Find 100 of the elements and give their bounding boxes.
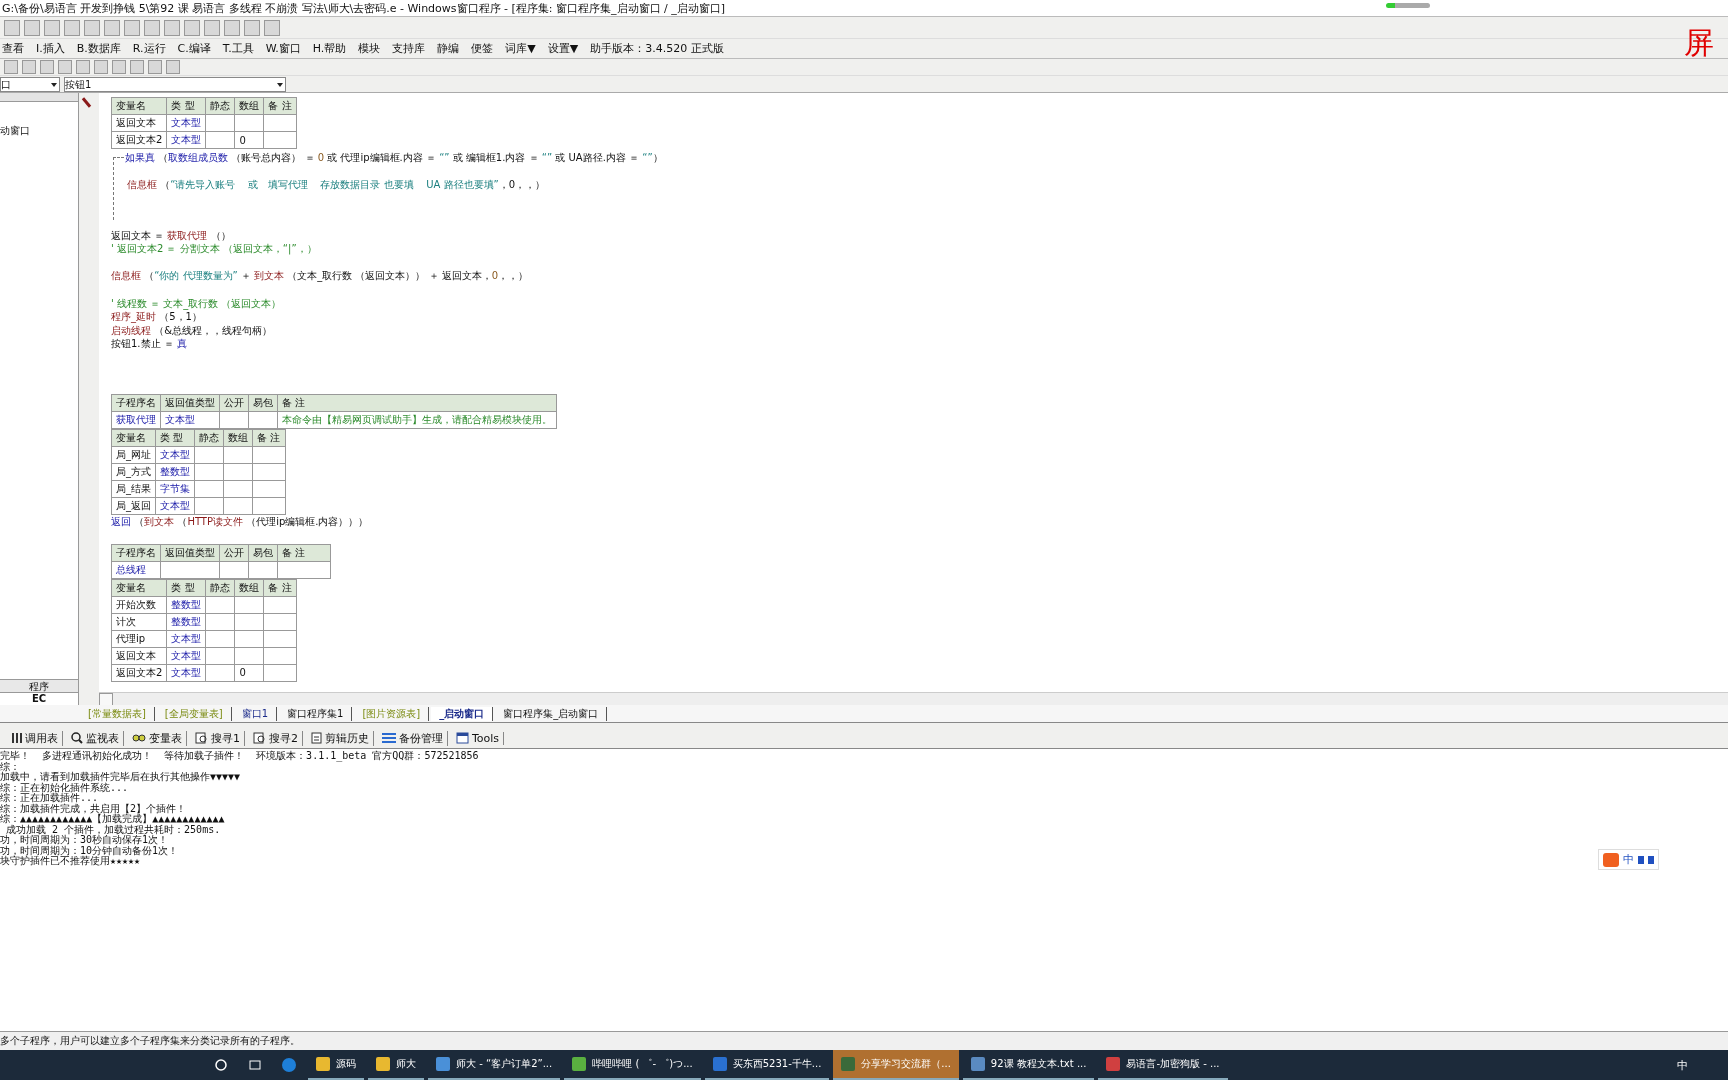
editor-tab[interactable]: _启动窗口 bbox=[431, 706, 494, 721]
toolbar-icon[interactable] bbox=[224, 19, 240, 36]
menu-item[interactable]: 查看 bbox=[2, 41, 24, 56]
toolbar-icon[interactable] bbox=[164, 19, 180, 36]
taskbar-button[interactable]: 源码 bbox=[308, 1050, 364, 1080]
menu-item[interactable]: T.工具 bbox=[222, 41, 254, 56]
menu-item[interactable]: R.运行 bbox=[132, 41, 166, 56]
toolbar-icon[interactable] bbox=[166, 60, 180, 74]
table-cell: 文本型 bbox=[160, 411, 220, 429]
code-line: ' 返回文本2 ＝ 分割文本 （返回文本，“|”，） bbox=[111, 242, 318, 256]
editor-tab[interactable]: [常量数据表] bbox=[80, 706, 155, 721]
dropdown[interactable]: 按钮1 bbox=[64, 76, 286, 92]
editor-tab[interactable]: 窗口程序集_启动窗口 bbox=[495, 706, 608, 721]
log-line: 综：加载插件完成，共启用【2】个插件！ bbox=[0, 803, 187, 814]
toolbar-icon[interactable] bbox=[104, 19, 120, 36]
code-line: 按钮1.禁止 ＝ 真 bbox=[111, 337, 188, 351]
panel-tab[interactable]: Tools bbox=[452, 731, 505, 745]
panel-tab[interactable]: EC bbox=[0, 692, 78, 705]
panel-tab[interactable]: 搜寻2 bbox=[249, 730, 303, 746]
menu-item[interactable]: W.窗口 bbox=[265, 41, 301, 56]
taskbar-button[interactable]: 师大 bbox=[368, 1050, 424, 1080]
taskbar-button[interactable]: 分享学习交流群（... bbox=[833, 1050, 959, 1080]
menu-item[interactable]: C.编译 bbox=[177, 41, 211, 56]
microphone-icon bbox=[1638, 855, 1644, 864]
menu-item[interactable]: 支持库 bbox=[392, 41, 426, 56]
editor-tab[interactable]: 窗口程序集1 bbox=[279, 706, 353, 721]
toolbar-icon[interactable] bbox=[184, 19, 200, 36]
taskbar-button[interactable]: 买东西5231-千牛... bbox=[704, 1050, 830, 1080]
column-header: 类 型 bbox=[166, 579, 206, 597]
panel-tab[interactable]: 搜寻1 bbox=[191, 730, 245, 746]
column-header: 数组 bbox=[223, 429, 253, 447]
toolbar-icon[interactable] bbox=[44, 19, 60, 36]
toolbar-icon[interactable] bbox=[112, 60, 126, 74]
column-header: 易包 bbox=[248, 394, 278, 412]
toolbar-icon[interactable] bbox=[4, 19, 20, 36]
table-cell: 局_方式 bbox=[111, 463, 156, 481]
panel-tab[interactable]: 变量表 bbox=[128, 730, 187, 746]
menu-item[interactable]: H.帮助 bbox=[312, 41, 347, 56]
panel-tab[interactable]: 程序 bbox=[0, 679, 78, 692]
taskbar-button[interactable]: 易语言-加密狗版 - ... bbox=[1098, 1050, 1228, 1080]
caret-icon bbox=[51, 82, 57, 87]
menu-item[interactable]: 静编 bbox=[437, 41, 460, 56]
table-cell: 文本型 bbox=[166, 647, 206, 665]
table-cell: 返回文本2 bbox=[111, 131, 167, 149]
tray-language[interactable]: 中 bbox=[1677, 1057, 1688, 1073]
editor-tab[interactable]: [图片资源表] bbox=[354, 706, 430, 721]
toolbar-icon[interactable] bbox=[58, 60, 72, 74]
taskbar-button[interactable]: 哔哩哔哩 ( ゜- ゜)つ... bbox=[564, 1050, 701, 1080]
find-icon bbox=[253, 732, 266, 744]
caret-icon bbox=[277, 82, 283, 87]
toolbar-icon[interactable] bbox=[130, 60, 144, 74]
table-cell: 返回文本2 bbox=[111, 664, 167, 682]
search-icon bbox=[71, 732, 83, 744]
toolbar-icon[interactable] bbox=[144, 19, 160, 36]
table-cell: 局_返回 bbox=[111, 497, 156, 515]
dropdown[interactable]: 口 bbox=[0, 76, 60, 92]
code-line: 返回 （到文本 （HTTP读文件 （代理ip编辑框.内容））） bbox=[111, 514, 370, 529]
taskbar-button[interactable]: 92课 教程文本.txt ... bbox=[962, 1050, 1095, 1080]
toolbar-icon[interactable] bbox=[264, 19, 280, 36]
editor-tab[interactable]: 窗口1 bbox=[233, 706, 277, 721]
toolbar-icon[interactable] bbox=[76, 60, 90, 74]
taskbar-button[interactable]: 师大 - “客户订单2”... bbox=[428, 1050, 561, 1080]
toolbar-icon[interactable] bbox=[84, 19, 100, 36]
ime-toolbar[interactable]: 中 bbox=[1598, 849, 1659, 870]
column-header: 备 注 bbox=[277, 394, 557, 412]
menu-item[interactable]: 便签 bbox=[471, 41, 494, 56]
toolbar-icon[interactable] bbox=[148, 60, 162, 74]
input-method-icon bbox=[1603, 852, 1619, 867]
toolbar-icon[interactable] bbox=[22, 60, 36, 74]
table-cell: 获取代理 bbox=[111, 411, 161, 429]
panel-tab[interactable]: 调用表 bbox=[8, 730, 63, 746]
panel-tab[interactable]: 备份管理 bbox=[378, 730, 448, 746]
table-cell: 开始次数 bbox=[111, 596, 167, 614]
toolbar-icon[interactable] bbox=[204, 19, 220, 36]
menu-item[interactable]: B.数据库 bbox=[76, 41, 121, 56]
editor-tab[interactable]: [全局变量表] bbox=[156, 706, 232, 721]
menu-item[interactable]: 设置▼ bbox=[547, 41, 579, 56]
table-cell: 返回文本 bbox=[111, 114, 167, 132]
menu-item[interactable]: 词库▼ bbox=[505, 41, 536, 56]
table-cell: 整数型 bbox=[155, 463, 195, 481]
menu-item[interactable]: I.插入 bbox=[36, 41, 65, 56]
toolbar-icon[interactable] bbox=[244, 19, 260, 36]
table-cell: 文本型 bbox=[155, 497, 195, 515]
table-cell: 文本型 bbox=[166, 630, 206, 648]
toolbar-icon[interactable] bbox=[124, 19, 140, 36]
log-line: 综：正在初始化插件系统... bbox=[0, 782, 129, 793]
table-cell: 局_网址 bbox=[111, 446, 156, 464]
toolbar-icon[interactable] bbox=[40, 60, 54, 74]
panel-tab[interactable]: 监视表 bbox=[67, 730, 124, 746]
menu-item[interactable]: 模块 bbox=[358, 41, 381, 56]
toolbar-icon[interactable] bbox=[94, 60, 108, 74]
toolbar-icon[interactable] bbox=[64, 19, 80, 36]
panel-tab[interactable]: 剪辑历史 bbox=[307, 730, 374, 746]
column-header: 数组 bbox=[234, 579, 264, 597]
toolbar-icon[interactable] bbox=[24, 19, 40, 36]
tree-item[interactable]: 动窗口 bbox=[0, 125, 30, 136]
log-line: 完毕！ 多进程通讯初始化成功！ 等待加载子插件！ 环境版本：3.1.1_beta 官方QQ群：572521856 bbox=[0, 751, 479, 762]
menu-item[interactable]: 助手版本：3.4.520 正式版 bbox=[590, 41, 724, 56]
toolbar-icon[interactable] bbox=[4, 60, 18, 74]
table-cell: 0 bbox=[234, 664, 264, 682]
